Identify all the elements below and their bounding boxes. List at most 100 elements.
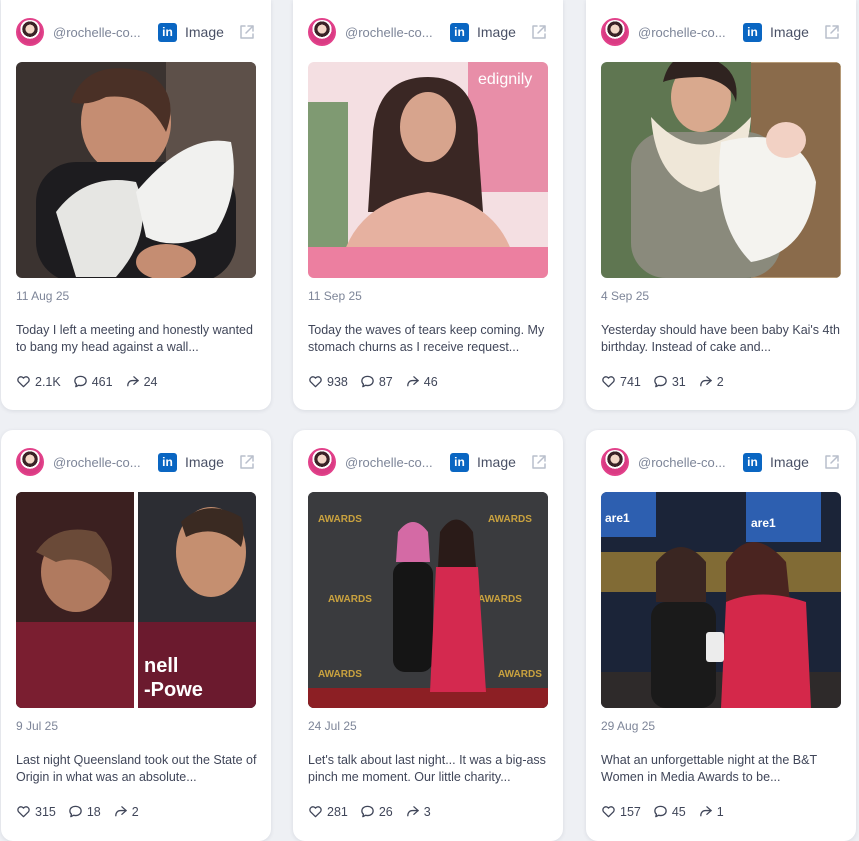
- shares-stat: 46: [405, 374, 438, 389]
- post-card[interactable]: @rochelle-co... in Image nell -Powe 9 Jul 2…: [1, 430, 271, 841]
- post-date: 11 Aug 25: [16, 289, 70, 303]
- post-card-content: @rochelle-co... in Image nell -Powe 9 Jul 2…: [1, 430, 271, 841]
- shares-count: 1: [716, 804, 724, 819]
- comment-bubble-icon: [360, 804, 379, 819]
- post-type-label: Image: [477, 454, 516, 470]
- author-handle[interactable]: @rochelle-co...: [345, 25, 443, 40]
- post-card[interactable]: @rochelle-co... in Image AWARDS AWARDS AWAR…: [293, 430, 563, 841]
- post-image[interactable]: [16, 62, 256, 278]
- engagement-stats: 741 31 2: [601, 374, 736, 389]
- post-image[interactable]: nell -Powe: [16, 492, 256, 708]
- avatar[interactable]: [16, 18, 44, 46]
- likes-count: 157: [620, 804, 641, 819]
- likes-count: 315: [35, 804, 56, 819]
- external-link-icon[interactable]: [529, 22, 549, 42]
- share-arrow-icon: [113, 804, 132, 819]
- svg-text:AWARDS: AWARDS: [318, 669, 362, 680]
- post-date: 9 Jul 25: [16, 719, 59, 733]
- post-type-label: Image: [185, 24, 224, 40]
- avatar[interactable]: [601, 448, 629, 476]
- share-arrow-icon: [125, 374, 144, 389]
- external-link-icon[interactable]: [822, 452, 842, 472]
- svg-text:AWARDS: AWARDS: [478, 594, 522, 605]
- shares-count: 24: [143, 374, 158, 389]
- linkedin-icon: in: [743, 452, 762, 472]
- heart-icon: [308, 804, 327, 819]
- shares-stat: 24: [125, 374, 158, 389]
- likes-count: 281: [327, 804, 348, 819]
- comment-bubble-icon: [73, 374, 92, 389]
- linkedin-icon: in: [450, 22, 469, 42]
- post-image[interactable]: AWARDS AWARDS AWARDS AWARDS AWARDS AWARDS: [308, 492, 548, 708]
- external-link-icon[interactable]: [237, 22, 257, 42]
- engagement-stats: 281 26 3: [308, 804, 443, 819]
- likes-stat: 281: [308, 804, 348, 819]
- likes-count: 741: [620, 374, 641, 389]
- share-arrow-icon: [698, 804, 717, 819]
- comments-stat: 31: [653, 374, 686, 389]
- svg-text:AWARDS: AWARDS: [498, 669, 542, 680]
- comments-stat: 18: [68, 804, 101, 819]
- svg-text:AWARDS: AWARDS: [328, 594, 372, 605]
- post-text: Today I left a meeting and honestly want…: [16, 323, 253, 354]
- post-header: @rochelle-co... in Image: [16, 17, 257, 47]
- comments-stat: 45: [653, 804, 686, 819]
- external-link-icon[interactable]: [237, 452, 257, 472]
- avatar[interactable]: [601, 18, 629, 46]
- avatar[interactable]: [16, 448, 44, 476]
- post-type-label: Image: [770, 454, 809, 470]
- post-header: @rochelle-co... in Image: [16, 447, 257, 477]
- svg-text:AWARDS: AWARDS: [488, 514, 532, 525]
- author-handle[interactable]: @rochelle-co...: [53, 455, 151, 470]
- comments-count: 87: [378, 374, 393, 389]
- comment-bubble-icon: [68, 804, 87, 819]
- comments-count: 45: [671, 804, 686, 819]
- post-card[interactable]: @rochelle-co... in Image 4 Sep 25 Yesterday…: [586, 0, 856, 410]
- author-handle[interactable]: @rochelle-co...: [638, 25, 736, 40]
- shares-stat: 1: [698, 804, 724, 819]
- svg-text:edignily: edignily: [478, 71, 532, 88]
- post-card-content: @rochelle-co... in Image are1 are1 29 Aug …: [586, 430, 856, 841]
- shares-count: 2: [131, 804, 139, 819]
- svg-text:are1: are1: [751, 516, 776, 530]
- shares-count: 3: [423, 804, 431, 819]
- external-link-icon[interactable]: [529, 452, 549, 472]
- post-image[interactable]: [601, 62, 841, 278]
- post-card[interactable]: @rochelle-co... in Image are1 are1 29 Aug …: [586, 430, 856, 841]
- likes-stat: 2.1K: [16, 374, 61, 389]
- post-image[interactable]: edignily: [308, 62, 548, 278]
- engagement-stats: 315 18 2: [16, 804, 151, 819]
- post-header: @rochelle-co... in Image: [308, 447, 549, 477]
- avatar[interactable]: [308, 448, 336, 476]
- author-handle[interactable]: @rochelle-co...: [345, 455, 443, 470]
- author-handle[interactable]: @rochelle-co...: [53, 25, 151, 40]
- comments-count: 18: [86, 804, 101, 819]
- post-text: What an unforgettable night at the B&T W…: [601, 753, 817, 784]
- post-image[interactable]: are1 are1: [601, 492, 841, 708]
- comment-bubble-icon: [360, 374, 379, 389]
- post-date: 11 Sep 25: [308, 289, 362, 303]
- engagement-stats: 938 87 46: [308, 374, 450, 389]
- comments-count: 31: [671, 374, 686, 389]
- likes-count: 938: [327, 374, 348, 389]
- post-card[interactable]: @rochelle-co... in Image edignily 11 Sep 2…: [293, 0, 563, 410]
- shares-stat: 3: [405, 804, 431, 819]
- shares-count: 2: [716, 374, 724, 389]
- external-link-icon[interactable]: [822, 22, 842, 42]
- share-arrow-icon: [698, 374, 717, 389]
- svg-text:-Powe: -Powe: [144, 679, 203, 701]
- likes-stat: 938: [308, 374, 348, 389]
- post-date: 29 Aug 25: [601, 719, 656, 733]
- shares-count: 46: [423, 374, 438, 389]
- engagement-stats: 157 45 1: [601, 804, 736, 819]
- post-card[interactable]: @rochelle-co... in Image 11 Aug 25 Today I …: [1, 0, 271, 410]
- author-handle[interactable]: @rochelle-co...: [638, 455, 736, 470]
- svg-text:nell: nell: [144, 655, 178, 677]
- likes-stat: 157: [601, 804, 641, 819]
- svg-text:AWARDS: AWARDS: [318, 514, 362, 525]
- heart-icon: [601, 804, 620, 819]
- post-header: @rochelle-co... in Image: [601, 17, 842, 47]
- avatar[interactable]: [308, 18, 336, 46]
- post-text: Last night Queensland took out the State…: [16, 753, 257, 784]
- likes-stat: 741: [601, 374, 641, 389]
